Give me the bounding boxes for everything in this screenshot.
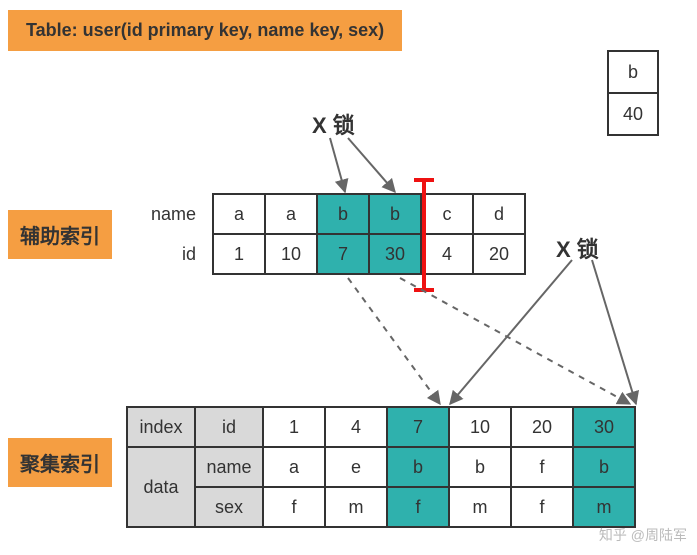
aux-name-cell: a [213,194,265,234]
insert-value: 40 [608,93,658,135]
arrow-xlock1-to-b1 [330,138,345,192]
arrow-xlock2-to-7 [450,260,572,404]
cluster-name-header: name [195,447,263,487]
cluster-id-cell: 1 [263,407,325,447]
cluster-id-cell-locked: 7 [387,407,449,447]
x-lock-label-secondary: X 锁 [312,108,355,140]
aux-id-cell: 1 [213,234,265,274]
aux-id-cell: 10 [265,234,317,274]
cluster-name-cell: a [263,447,325,487]
aux-name-cell: c [421,194,473,234]
arrow-xlock1-to-b2 [348,138,395,192]
arrow-xlock2-to-30 [592,260,636,404]
aux-id-cell-locked: 30 [369,234,421,274]
cluster-id-header: id [195,407,263,447]
aux-name-cell: d [473,194,525,234]
watermark: 知乎 @周陆军 [599,525,687,545]
cluster-sex-cell: f [263,487,325,527]
insert-key: b [608,51,658,93]
cluster-sex-cell-locked: m [573,487,635,527]
x-lock-label-clustered: X 锁 [556,232,599,264]
cluster-name-cell-locked: b [387,447,449,487]
aux-name-header: name [125,194,213,234]
cluster-sex-cell-locked: f [387,487,449,527]
insert-tuple-box: b 40 [607,50,659,136]
aux-id-cell: 4 [421,234,473,274]
clustered-index-label: 聚集索引 [8,438,112,487]
aux-name-cell-locked: b [317,194,369,234]
cluster-name-cell-locked: b [573,447,635,487]
secondary-index-table: name a a b b c d id 1 10 7 30 4 20 [125,193,526,275]
cluster-index-label-cell: index [127,407,195,447]
cluster-data-label-cell: data [127,447,195,527]
cluster-sex-header: sex [195,487,263,527]
cluster-sex-cell: m [325,487,387,527]
arrow-aux30-to-cluster30 [400,278,630,404]
cluster-sex-cell: m [449,487,511,527]
cluster-name-cell: b [449,447,511,487]
cluster-sex-cell: f [511,487,573,527]
arrow-aux7-to-cluster7 [348,278,440,404]
cluster-id-cell: 10 [449,407,511,447]
clustered-index-table: index id 1 4 7 10 20 30 data name a e b … [126,406,636,528]
secondary-index-label: 辅助索引 [8,210,112,259]
cluster-id-cell-locked: 30 [573,407,635,447]
table-definition-title: Table: user(id primary key, name key, se… [8,10,402,51]
aux-id-cell-locked: 7 [317,234,369,274]
aux-id-cell: 20 [473,234,525,274]
aux-id-header: id [125,234,213,274]
cluster-name-cell: e [325,447,387,487]
aux-name-cell-locked: b [369,194,421,234]
aux-name-cell: a [265,194,317,234]
cluster-id-cell: 20 [511,407,573,447]
cluster-id-cell: 4 [325,407,387,447]
cluster-name-cell: f [511,447,573,487]
